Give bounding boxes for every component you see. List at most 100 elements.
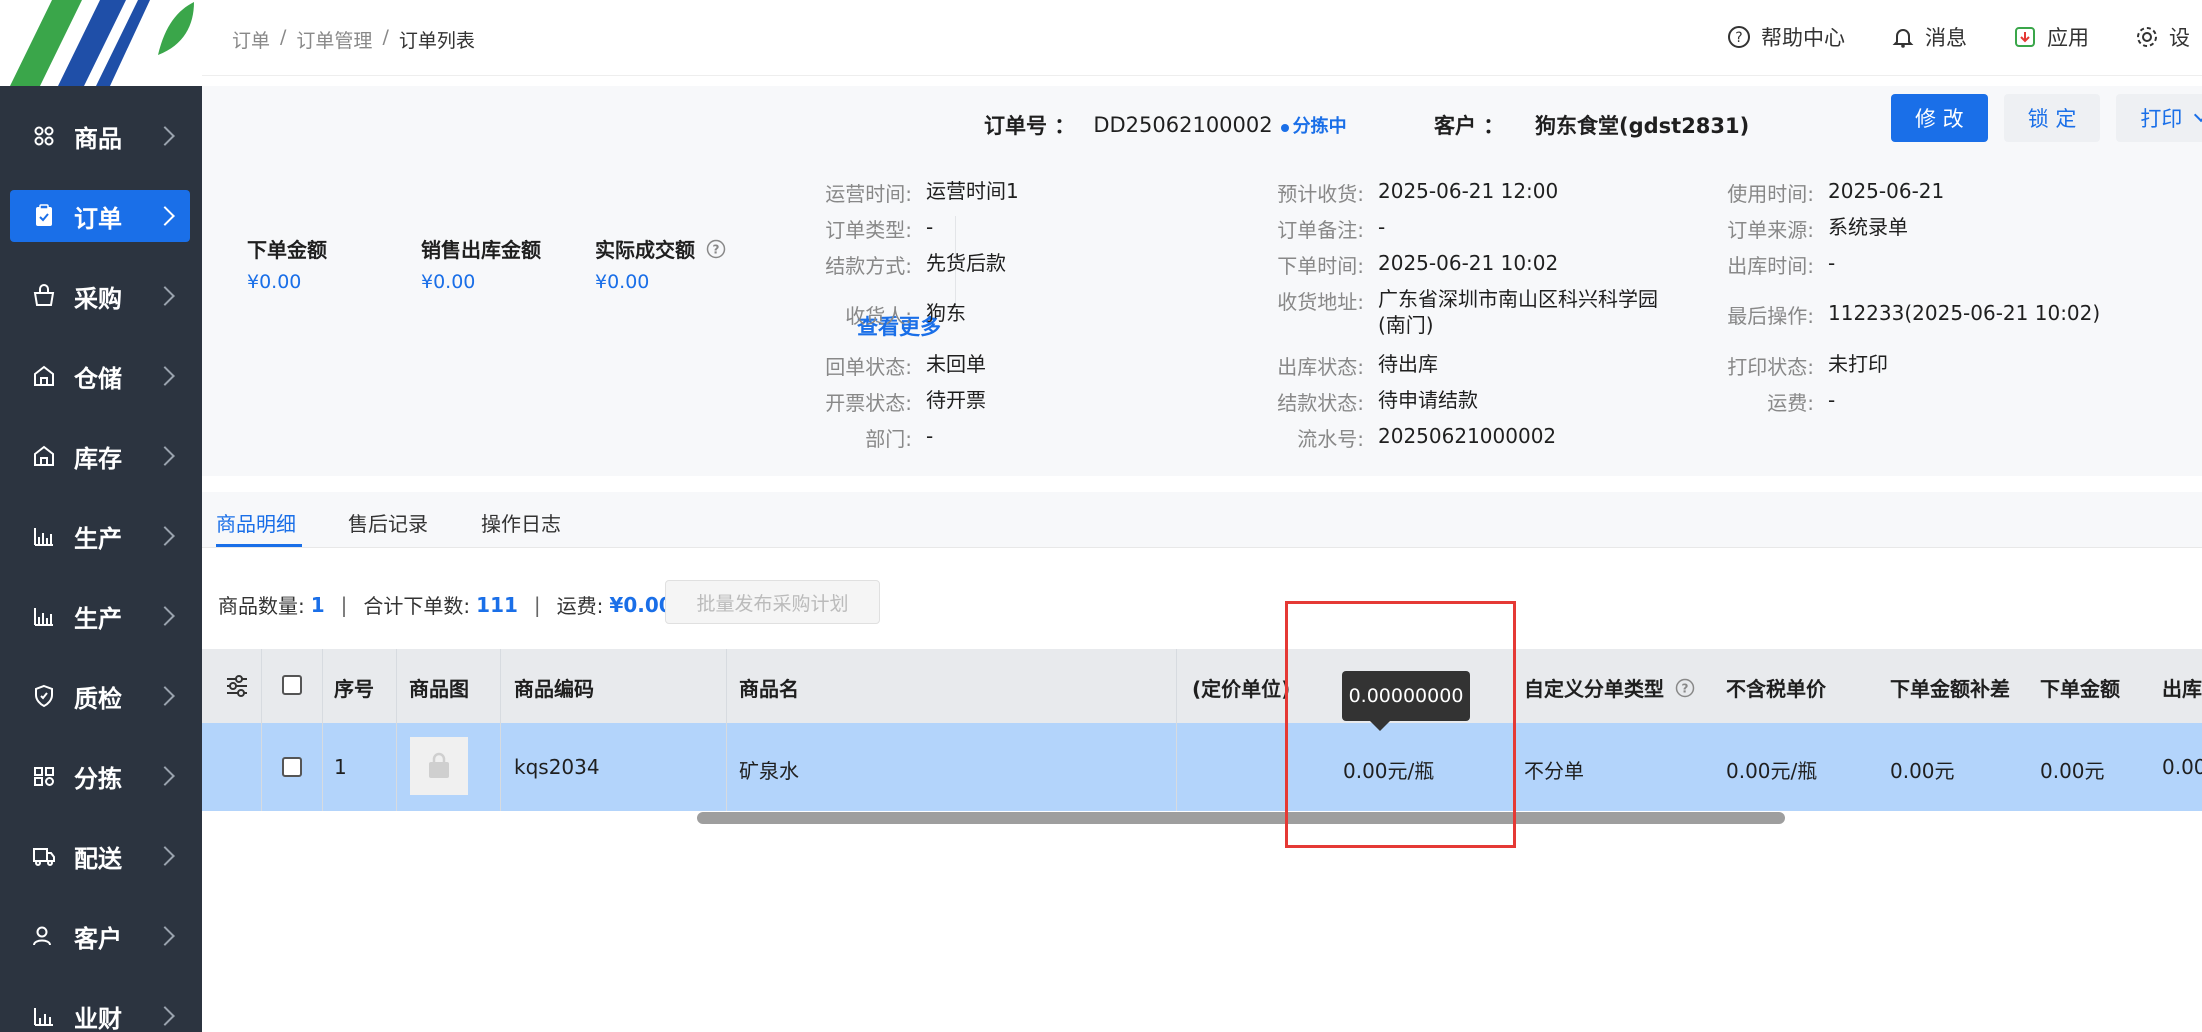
sidebar-item-3[interactable]: 采购: [10, 270, 190, 322]
customer-value: 狗东食堂(gdst2831): [1535, 114, 1750, 138]
tab-product-details[interactable]: 商品明细: [216, 508, 296, 537]
sidebar-item-12[interactable]: 业财: [10, 990, 190, 1032]
amount-stats: 下单金额 ¥0.00 销售出库金额 ¥0.00 实际成交额 ? ¥0.00: [247, 234, 745, 293]
print-button[interactable]: 打印: [2116, 94, 2202, 142]
grid-icon: [30, 122, 58, 150]
sidebar-item-label: 采购: [74, 284, 122, 313]
col-header-pricing-unit: (定价单位): [1192, 677, 1291, 701]
column-divider: [261, 649, 262, 811]
annotation-highlight-box: [1285, 601, 1516, 848]
count-label: 商品数量:: [218, 594, 305, 618]
col-header-amount-diff: 下单金额补差: [1890, 677, 2010, 701]
settings-label: 设: [2169, 26, 2190, 50]
field-value: 未回单: [926, 352, 986, 376]
field-value: -: [1828, 388, 1836, 412]
sidebar-item-1[interactable]: 商品: [10, 110, 190, 162]
table-row[interactable]: 1 kqs2034 矿泉水 0.00元/瓶 不分单 0.00元/瓶 0.00元 …: [202, 723, 2202, 811]
stat-value: ¥0.00: [421, 271, 476, 293]
clipboard-icon: [30, 202, 58, 230]
breadcrumb-item[interactable]: 订单管理: [296, 26, 372, 53]
field-label: 下单时间:: [1277, 254, 1364, 278]
stat-value: ¥0.00: [247, 271, 302, 293]
field-label: 出库时间:: [1727, 254, 1814, 278]
warehouse-icon: [30, 442, 58, 470]
breadcrumb-item[interactable]: 订单: [232, 26, 270, 53]
field-label: 开票状态:: [825, 391, 912, 415]
row-checkbox[interactable]: [282, 757, 302, 777]
product-image-placeholder[interactable]: [410, 737, 468, 795]
lock-button[interactable]: 锁 定: [2003, 94, 2101, 142]
sidebar-item-label: 订单: [74, 204, 122, 233]
cell-amount-diff: 0.00元: [1890, 759, 1955, 783]
field-label: 使用时间:: [1727, 182, 1814, 206]
chevron-right-icon: [155, 1006, 175, 1026]
help-label: 帮助中心: [1761, 26, 1845, 50]
info-field: 最后操作: 112233(2025-06-21 10:02): [1684, 300, 2100, 329]
field-value: 狗东: [926, 301, 966, 325]
sidebar-item-11[interactable]: 客户: [10, 910, 190, 962]
info-field: 使用时间: 2025-06-21: [1684, 178, 1944, 207]
sidebar-item-7[interactable]: 生产: [10, 590, 190, 642]
app-download-icon: [2015, 27, 2035, 47]
info-field: 流水号: 20250621000002: [1234, 423, 1556, 452]
field-value: -: [1378, 215, 1386, 239]
chevron-right-icon: [155, 366, 175, 386]
column-divider: [322, 649, 323, 811]
chevron-right-icon: [155, 926, 175, 946]
bell-icon: [1892, 29, 1914, 48]
sidebar-item-label: 仓储: [74, 364, 122, 393]
order-amount-stat: 下单金额 ¥0.00: [247, 234, 421, 293]
sidebar-item-10[interactable]: 配送: [10, 830, 190, 882]
horizontal-scrollbar[interactable]: [697, 812, 1785, 824]
tab-after-sales[interactable]: 售后记录: [348, 508, 428, 537]
field-value: 广东省深圳市南山区科兴科学园 (南门): [1378, 287, 1658, 337]
cell-name: 矿泉水: [739, 759, 799, 783]
bag-icon: [429, 752, 449, 778]
sidebar-item-2[interactable]: 订单: [10, 190, 190, 242]
sidebar-item-5[interactable]: 库存: [10, 430, 190, 482]
sidebar-item-9[interactable]: 分拣: [10, 750, 190, 802]
batch-publish-button[interactable]: 批量发布采购计划: [665, 580, 880, 624]
settings-link[interactable]: 设: [2135, 22, 2190, 52]
tab-operation-log[interactable]: 操作日志: [481, 508, 561, 537]
order-number-label: 订单号 ：: [984, 114, 1076, 138]
field-value: 系统录单: [1828, 215, 1908, 239]
sidebar-item-6[interactable]: 生产: [10, 510, 190, 562]
customer: 客户 ： 狗东食堂(gdst2831): [1434, 110, 1749, 140]
col-header-outbound: 出库: [2162, 677, 2202, 701]
breadcrumb-current: 订单列表: [398, 30, 475, 52]
messages-link[interactable]: 消息: [1891, 22, 1967, 52]
info-field: 运费: -: [1684, 387, 1835, 416]
sidebar-item-8[interactable]: 质检: [10, 670, 190, 722]
svg-text:?: ?: [712, 243, 719, 257]
info-field: 开票状态: 待开票: [782, 387, 986, 416]
field-value: -: [926, 215, 934, 239]
info-field: 结款状态: 待申请结款: [1234, 387, 1478, 416]
field-label: 回单状态:: [825, 355, 912, 379]
sidebar-item-label: 配送: [74, 844, 122, 873]
field-label: 流水号:: [1297, 427, 1364, 451]
sidebar: 商品 订单 采购 仓储 库存 生产 生产 质检 分拣 配送 客户 业财: [0, 0, 202, 1032]
sidebar-item-4[interactable]: 仓储: [10, 350, 190, 402]
field-label: 订单备注:: [1277, 218, 1364, 242]
finance-icon: [30, 1002, 58, 1030]
svg-text:?: ?: [1681, 682, 1688, 696]
question-icon[interactable]: ?: [706, 239, 726, 259]
basket-icon: [30, 282, 58, 310]
cell-price-ex-tax: 0.00元/瓶: [1726, 759, 1818, 783]
sidebar-item-label: 库存: [74, 444, 122, 473]
info-field: 运营时间: 运营时间1: [782, 178, 1018, 207]
factory-icon: [30, 602, 58, 630]
stat-title: 销售出库金额: [421, 238, 541, 262]
info-field: 订单备注: -: [1234, 214, 1385, 243]
select-all-checkbox[interactable]: [282, 675, 302, 695]
apps-link[interactable]: 应用: [2013, 22, 2089, 52]
column-settings-icon[interactable]: [224, 673, 250, 699]
total-value: 111: [476, 592, 518, 617]
help-center-link[interactable]: ? 帮助中心: [1727, 22, 1845, 52]
field-label: 结款方式:: [825, 254, 912, 278]
warehouse-icon: [30, 362, 58, 390]
column-divider: [1176, 649, 1177, 811]
question-icon[interactable]: ?: [1675, 678, 1695, 698]
edit-button[interactable]: 修 改: [1891, 94, 1988, 142]
